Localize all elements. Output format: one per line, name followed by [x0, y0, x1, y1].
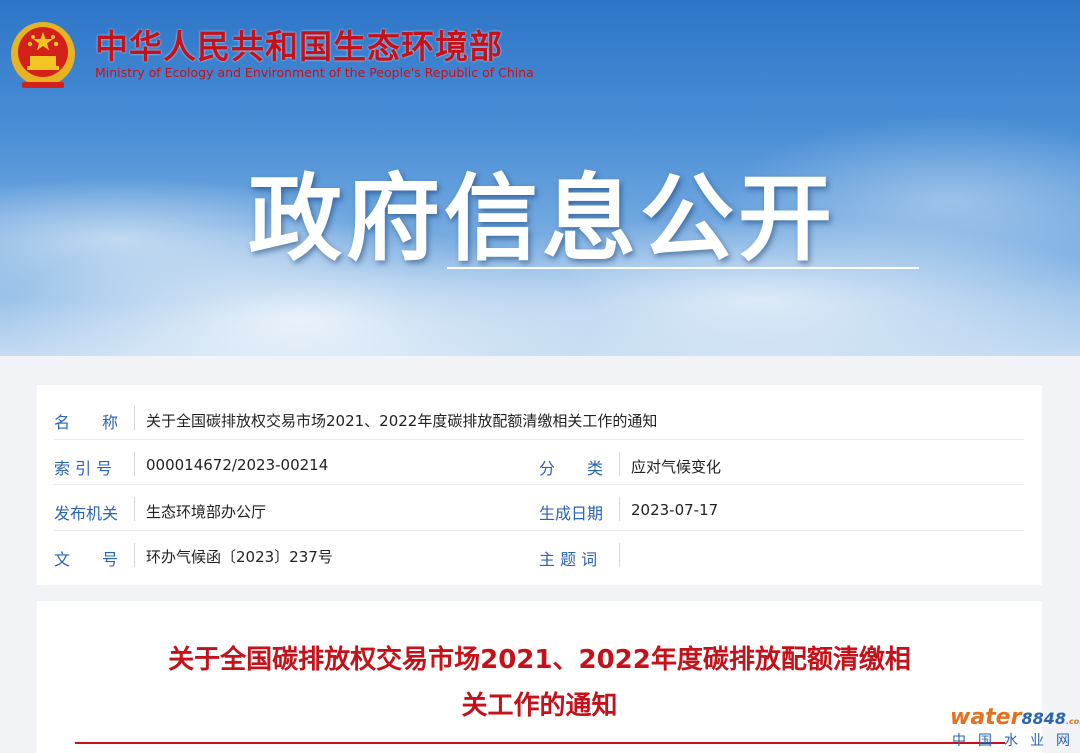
- divider: [619, 452, 620, 476]
- issuer-value: 生态环境部办公厅: [146, 503, 267, 521]
- divider: [619, 497, 620, 521]
- document-body-card: 关于全国碳排放权交易市场2021、2022年度碳排放配额清缴相 关工作的通知: [37, 601, 1042, 753]
- document-title: 关于全国碳排放权交易市场2021、2022年度碳排放配额清缴相 关工作的通知: [37, 637, 1042, 729]
- index-value: 000014672/2023-00214: [146, 456, 329, 474]
- divider: [134, 452, 135, 476]
- divider: [134, 497, 135, 521]
- watermark-logo: water8848.com 中国水业网: [950, 705, 1080, 751]
- docnum-value: 环办气候函〔2023〕237号: [146, 548, 333, 566]
- national-emblem-icon: [11, 22, 75, 88]
- name-label: 名 称: [54, 413, 119, 432]
- category-label: 分 类: [539, 459, 604, 478]
- keywords-label: 主 题 词: [539, 550, 598, 569]
- row-divider: [54, 439, 1024, 440]
- section-title: 政府信息公开: [248, 165, 837, 274]
- category-value: 应对气候变化: [631, 458, 722, 476]
- header-banner: 中华人民共和国生态环境部 Ministry of Ecology and Env…: [0, 0, 1080, 356]
- watermark-brand: water8848.com: [950, 705, 1080, 730]
- row-divider: [54, 484, 1024, 485]
- watermark-water: water: [950, 705, 1022, 730]
- document-meta-card: 名 称 关于全国碳排放权交易市场2021、2022年度碳排放配额清缴相关工作的通…: [37, 385, 1042, 585]
- watermark-tagline: 中国水业网: [952, 733, 1080, 749]
- divider: [134, 406, 135, 430]
- row-divider: [54, 530, 1024, 531]
- index-label: 索 引 号: [54, 459, 113, 478]
- title-underline: [447, 267, 919, 269]
- ministry-name-cn[interactable]: 中华人民共和国生态环境部: [95, 20, 503, 68]
- issuer-label: 发布机关: [54, 504, 119, 523]
- docnum-label: 文 号: [54, 550, 119, 569]
- watermark-number: 8848: [1021, 709, 1066, 728]
- date-label: 生成日期: [539, 504, 604, 523]
- name-value: 关于全国碳排放权交易市场2021、2022年度碳排放配额清缴相关工作的通知: [146, 412, 658, 430]
- title-rule: [75, 742, 1005, 744]
- divider: [619, 543, 620, 567]
- watermark-suffix: .com: [1066, 717, 1080, 726]
- divider: [134, 543, 135, 567]
- document-title-line2: 关工作的通知: [461, 691, 618, 721]
- ministry-name-en: Ministry of Ecology and Environment of t…: [95, 65, 534, 80]
- date-value: 2023-07-17: [631, 501, 719, 519]
- document-title-line1: 关于全国碳排放权交易市场2021、2022年度碳排放配额清缴相: [168, 645, 911, 675]
